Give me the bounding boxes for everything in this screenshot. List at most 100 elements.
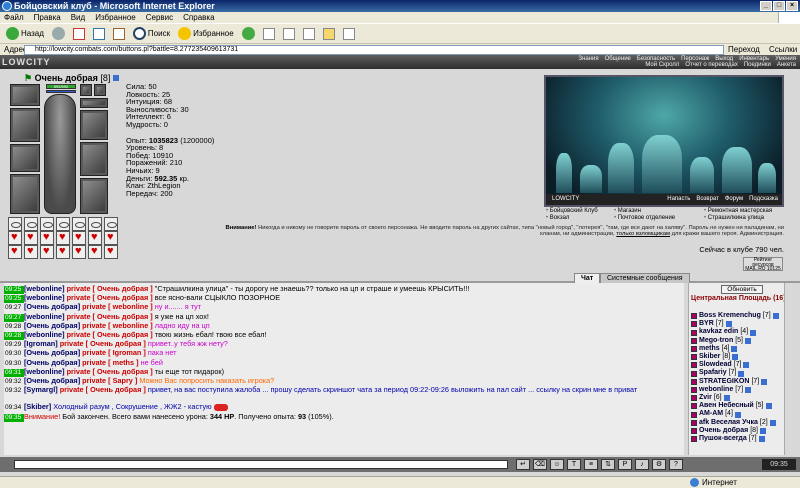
message-time[interactable]: 09:35: [4, 413, 24, 422]
info-icon[interactable]: [745, 337, 752, 344]
info-icon[interactable]: [732, 354, 739, 361]
city-image[interactable]: [546, 133, 782, 193]
user-name[interactable]: AM-AM: [699, 410, 723, 418]
message-target[interactable]: [ Очень добрая ]: [93, 312, 153, 321]
info-icon[interactable]: [738, 370, 745, 377]
info-icon[interactable]: [765, 403, 772, 410]
link-post[interactable]: Почтовое отделение: [614, 215, 704, 222]
potion-slot-9[interactable]: [24, 245, 38, 259]
user-list-item[interactable]: Zvir [6]: [691, 394, 791, 402]
smiles-icon[interactable]: ☺: [550, 459, 564, 470]
home-button[interactable]: [111, 26, 127, 42]
ring-slot-5[interactable]: [72, 217, 86, 231]
user-name[interactable]: meths: [699, 345, 720, 353]
message-time[interactable]: 09:31: [4, 368, 24, 378]
message-time[interactable]: 09:28: [4, 332, 24, 341]
ring-slot-2[interactable]: [24, 217, 38, 231]
message-time[interactable]: 09:29: [4, 341, 24, 349]
nav-transfers[interactable]: Отчет о переводах: [685, 62, 738, 68]
menu-view[interactable]: Вид: [71, 12, 85, 23]
message-target[interactable]: [ Очень добрая ]: [86, 385, 146, 394]
print-button[interactable]: [281, 26, 297, 42]
message-sender[interactable]: [Очень добрая]: [24, 376, 80, 385]
info-icon[interactable]: [723, 395, 730, 402]
message-time[interactable]: 09:25: [4, 286, 24, 295]
user-list-item[interactable]: Пушок-всегда [7]: [691, 435, 791, 443]
user-list-item[interactable]: Slowdead [7]: [691, 361, 791, 369]
user-name[interactable]: Авен Небесный: [699, 402, 754, 410]
message-sender[interactable]: [Очень добрая]: [24, 321, 80, 330]
user-list-item[interactable]: afk Веселая Учка [2]: [691, 419, 791, 427]
message-sender[interactable]: [webonline]: [24, 293, 65, 302]
earring-slot[interactable]: [80, 84, 92, 96]
user-list-item[interactable]: webonline [7]: [691, 386, 791, 394]
user-name[interactable]: webonline: [699, 386, 733, 394]
nav-knowledge[interactable]: Знания: [578, 56, 598, 62]
potion-slot-5[interactable]: [72, 231, 86, 245]
hackers-link[interactable]: только взломщикам: [616, 231, 670, 237]
potion-slot-14[interactable]: [104, 245, 118, 259]
info-icon[interactable]: [761, 378, 768, 385]
user-name[interactable]: Boss Kremenchug: [699, 312, 761, 320]
ring-slots[interactable]: [80, 98, 108, 108]
message-target[interactable]: [ Очень добрая ]: [86, 339, 146, 348]
nav-profile[interactable]: Анкета: [777, 62, 796, 68]
message-target[interactable]: [ Очень добрая ]: [93, 293, 153, 302]
refresh-button[interactable]: [91, 26, 107, 42]
info-icon[interactable]: [731, 345, 738, 352]
user-list-item[interactable]: Авен Небесный [5]: [691, 402, 791, 410]
message-target[interactable]: [ Очень добрая ]: [93, 284, 153, 293]
info-icon[interactable]: [750, 329, 757, 336]
rating-counter[interactable]: Рейтинг ресурсов MAIL.RU 10125: [743, 257, 783, 272]
gloves-slot[interactable]: [80, 110, 108, 140]
message-time[interactable]: 09:34: [4, 404, 24, 412]
attack-link[interactable]: Напасть: [667, 194, 690, 205]
link-shop[interactable]: Магазин: [614, 208, 704, 215]
link-street[interactable]: Страшилкина улица: [704, 215, 782, 222]
armor-slot[interactable]: [10, 144, 40, 172]
potion-slot-8[interactable]: [8, 245, 22, 259]
ring-slot-1[interactable]: [8, 217, 22, 231]
scroll-icon[interactable]: ⇅: [601, 459, 615, 470]
message-time[interactable]: 09:30: [4, 360, 24, 368]
tab-chat[interactable]: Чат: [574, 273, 601, 283]
message-time[interactable]: 09:32: [4, 387, 24, 395]
private-arrow-icon[interactable]: [691, 362, 697, 369]
message-target[interactable]: [ meths ]: [108, 358, 138, 367]
info-icon[interactable]: [758, 436, 765, 443]
user-list-item[interactable]: Boss Kremenchug [7]: [691, 312, 791, 320]
message-time[interactable]: 09:28: [4, 323, 24, 331]
private-arrow-icon[interactable]: [691, 378, 697, 385]
mail-button[interactable]: [261, 26, 277, 42]
forum-link[interactable]: Форум: [725, 194, 743, 205]
message-target[interactable]: [ Очень добрая ]: [93, 330, 153, 339]
back-button[interactable]: Назад: [4, 26, 46, 42]
message-sender[interactable]: [Очень добрая]: [24, 348, 80, 357]
boots-slot[interactable]: [80, 178, 108, 214]
stop-button[interactable]: [71, 26, 87, 42]
info-icon[interactable]: [769, 419, 776, 426]
message-time[interactable]: 09:27: [4, 313, 24, 322]
private-arrow-icon[interactable]: [691, 354, 697, 361]
menu-edit[interactable]: Правка: [34, 12, 61, 23]
private-arrow-icon[interactable]: [691, 345, 697, 352]
hint-link[interactable]: Подсказка: [749, 194, 778, 205]
message-time[interactable]: 09:27: [4, 304, 24, 312]
message-sender[interactable]: [Igroman]: [24, 339, 58, 348]
message-target[interactable]: [ Очень добрая ]: [93, 367, 153, 376]
user-name[interactable]: Пушок-всегда: [699, 435, 747, 443]
favorites-button[interactable]: Избранное: [176, 26, 236, 42]
private-arrow-icon[interactable]: [691, 321, 697, 328]
media-button[interactable]: [240, 26, 257, 42]
ring-slot-7[interactable]: [104, 217, 118, 231]
nav-fights[interactable]: Поединки: [744, 62, 771, 68]
private-arrow-icon[interactable]: [691, 329, 697, 336]
sound-icon[interactable]: ♪: [635, 459, 649, 470]
user-list-item[interactable]: BYR [7]: [691, 320, 791, 328]
potion-slot-1[interactable]: [8, 231, 22, 245]
private-arrow-icon[interactable]: [691, 419, 697, 426]
message-sender[interactable]: [Очень добрая]: [24, 302, 80, 311]
address-input[interactable]: http://lowcity.combats.com/buttons.pl?ba…: [24, 45, 724, 55]
tab-system[interactable]: Системные сообщения: [600, 273, 690, 283]
info-icon[interactable]: [734, 411, 741, 418]
